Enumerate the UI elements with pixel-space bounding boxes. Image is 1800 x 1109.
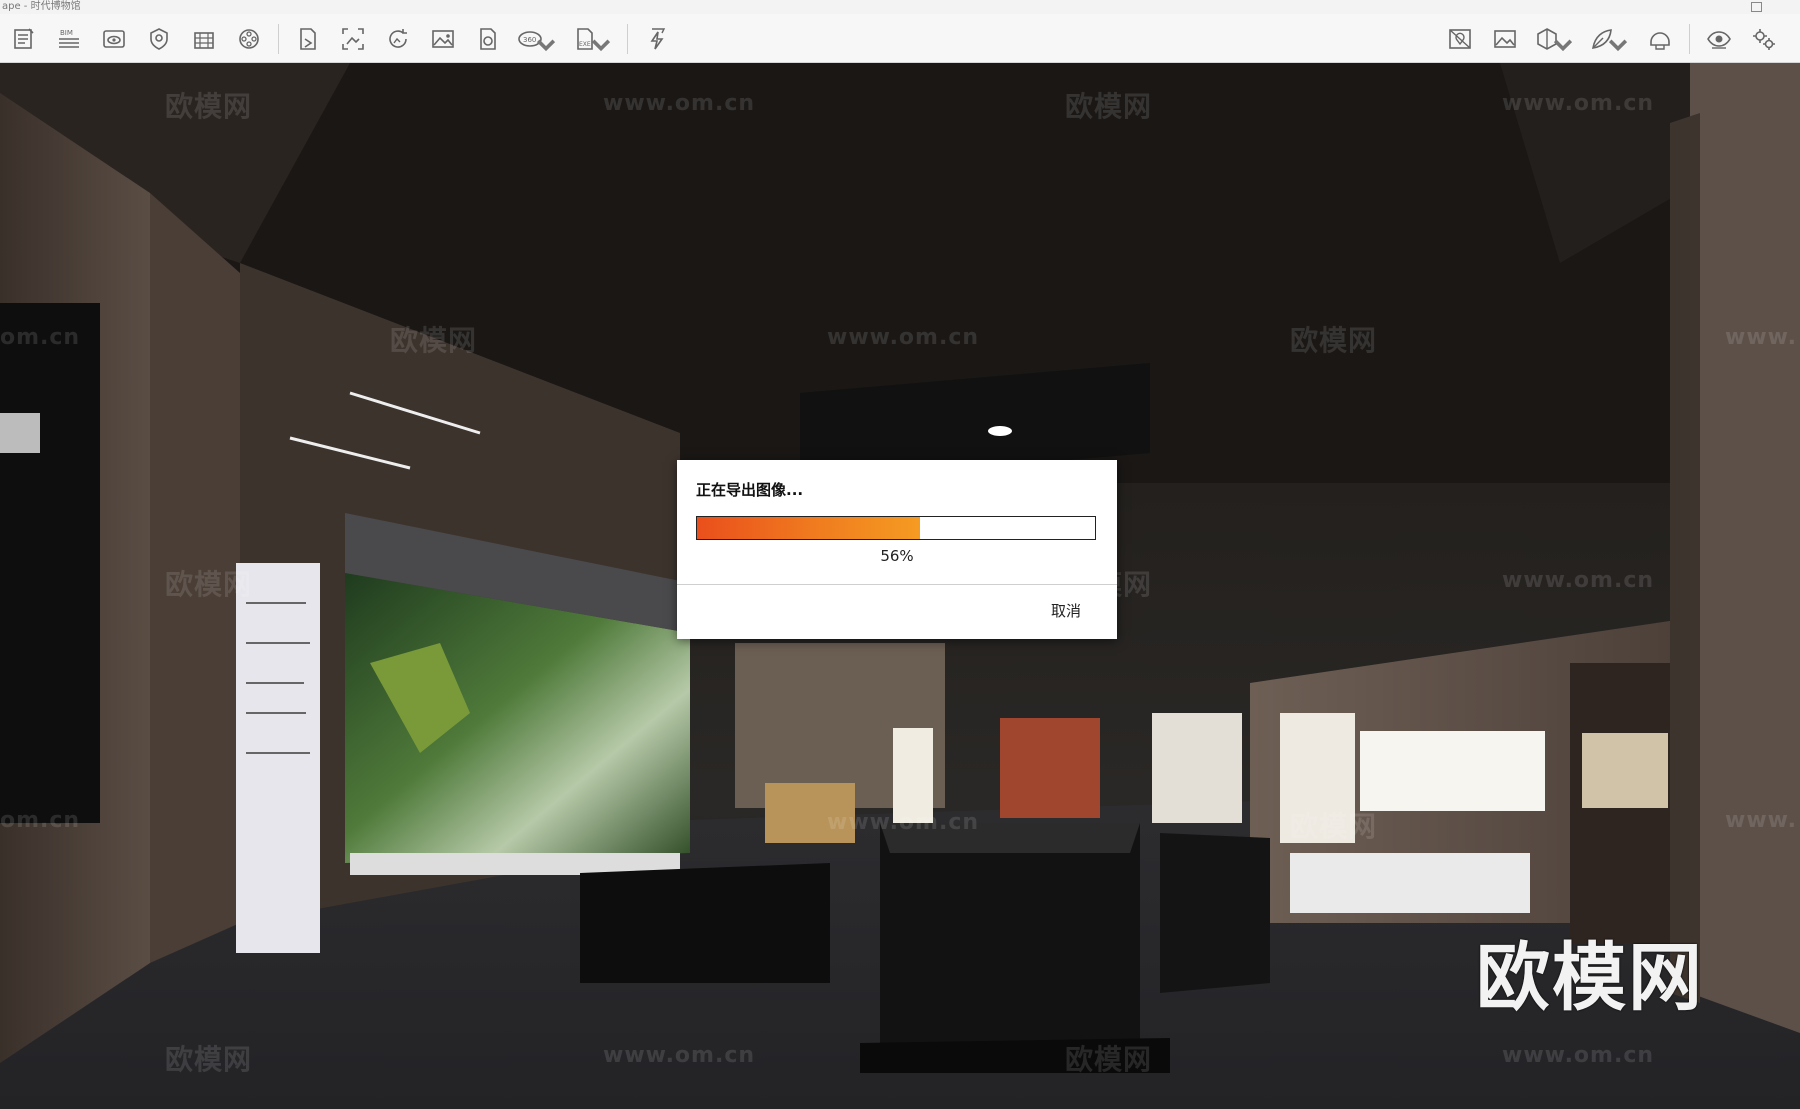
watermark-text: 欧模网 xyxy=(165,90,253,123)
export-progress-bar xyxy=(696,516,1096,540)
visibility-icon[interactable] xyxy=(1703,24,1735,54)
bim-icon[interactable]: BIM xyxy=(53,24,85,54)
watermark-text: www.om.cn xyxy=(827,810,980,835)
window-title-bar: ape - 时代博物馆 xyxy=(0,0,1800,14)
exe-file-icon[interactable]: EXE xyxy=(572,24,614,54)
watermark-text: 欧模网 xyxy=(390,324,478,357)
svg-text:BIM: BIM xyxy=(60,29,73,37)
toolbar-separator xyxy=(627,24,628,54)
panorama-360-icon[interactable]: 360 xyxy=(517,24,559,54)
building-icon[interactable] xyxy=(188,24,220,54)
watermark-text: www. xyxy=(1725,808,1797,833)
shield-view-icon[interactable] xyxy=(143,24,175,54)
watermark-text: om.cn xyxy=(0,325,81,350)
chevron-down-icon[interactable] xyxy=(533,33,559,59)
settings-gears-icon[interactable] xyxy=(1748,24,1780,54)
leaf-icon[interactable] xyxy=(1589,24,1631,54)
watermark-text: 欧模网 xyxy=(1290,810,1378,843)
progress-bar-fill xyxy=(697,517,920,539)
watermark-text: www.om.cn xyxy=(1502,568,1655,593)
watermark-text: www.om.cn xyxy=(603,91,756,116)
watermark-text: www.om.cn xyxy=(827,325,980,350)
rotate-capture-icon[interactable] xyxy=(382,24,414,54)
cube-icon[interactable] xyxy=(1534,24,1576,54)
watermark-text: 欧模网 xyxy=(1290,324,1378,357)
cancel-button[interactable]: 取消 xyxy=(1051,600,1081,621)
landscape-icon[interactable] xyxy=(1489,24,1521,54)
toolbar-separator xyxy=(1689,24,1690,54)
file-export-icon[interactable] xyxy=(292,24,324,54)
export-progress-dialog: 正在导出图像... 56% 取消 xyxy=(677,460,1117,639)
toolbar-right-group xyxy=(1444,24,1780,54)
chevron-down-icon[interactable] xyxy=(1605,33,1631,59)
brand-watermark-logo: 欧模网 xyxy=(1476,935,1704,1021)
chevron-down-icon[interactable] xyxy=(588,33,614,59)
image-frame-icon[interactable] xyxy=(337,24,369,54)
window-title: ape - 时代博物馆 xyxy=(2,1,81,12)
helmet-icon[interactable] xyxy=(1644,24,1676,54)
picture-icon[interactable] xyxy=(427,24,459,54)
main-toolbar: BIM 360 EXE xyxy=(0,14,1800,72)
chevron-down-icon[interactable] xyxy=(1550,33,1576,59)
watermark-text: 欧模网 xyxy=(1065,1043,1153,1076)
dialog-divider xyxy=(677,584,1117,585)
document-list-icon[interactable] xyxy=(8,24,40,54)
map-icon[interactable] xyxy=(1444,24,1476,54)
toolbar-separator xyxy=(278,24,279,54)
file-render-icon[interactable] xyxy=(472,24,504,54)
watermark-text: 欧模网 xyxy=(165,568,253,601)
lightning-icon[interactable] xyxy=(641,24,673,54)
film-reel-icon[interactable] xyxy=(233,24,265,54)
watermark-text: 欧模网 xyxy=(165,1043,253,1076)
dialog-title: 正在导出图像... xyxy=(696,481,804,499)
watermark-text: www.om.cn xyxy=(603,1043,756,1068)
toolbar-left-group: BIM 360 EXE xyxy=(8,24,673,54)
watermark-text: www.om.cn xyxy=(1502,91,1655,116)
restore-window-icon[interactable] xyxy=(1751,2,1762,12)
watermark-text: www.om.cn xyxy=(1502,1043,1655,1068)
watermark-text: 欧模网 xyxy=(1065,90,1153,123)
progress-percentage: 56% xyxy=(880,547,914,565)
watermark-text: www. xyxy=(1725,325,1797,350)
eye-view-icon[interactable] xyxy=(98,24,130,54)
watermark-text: om.cn xyxy=(0,808,81,833)
